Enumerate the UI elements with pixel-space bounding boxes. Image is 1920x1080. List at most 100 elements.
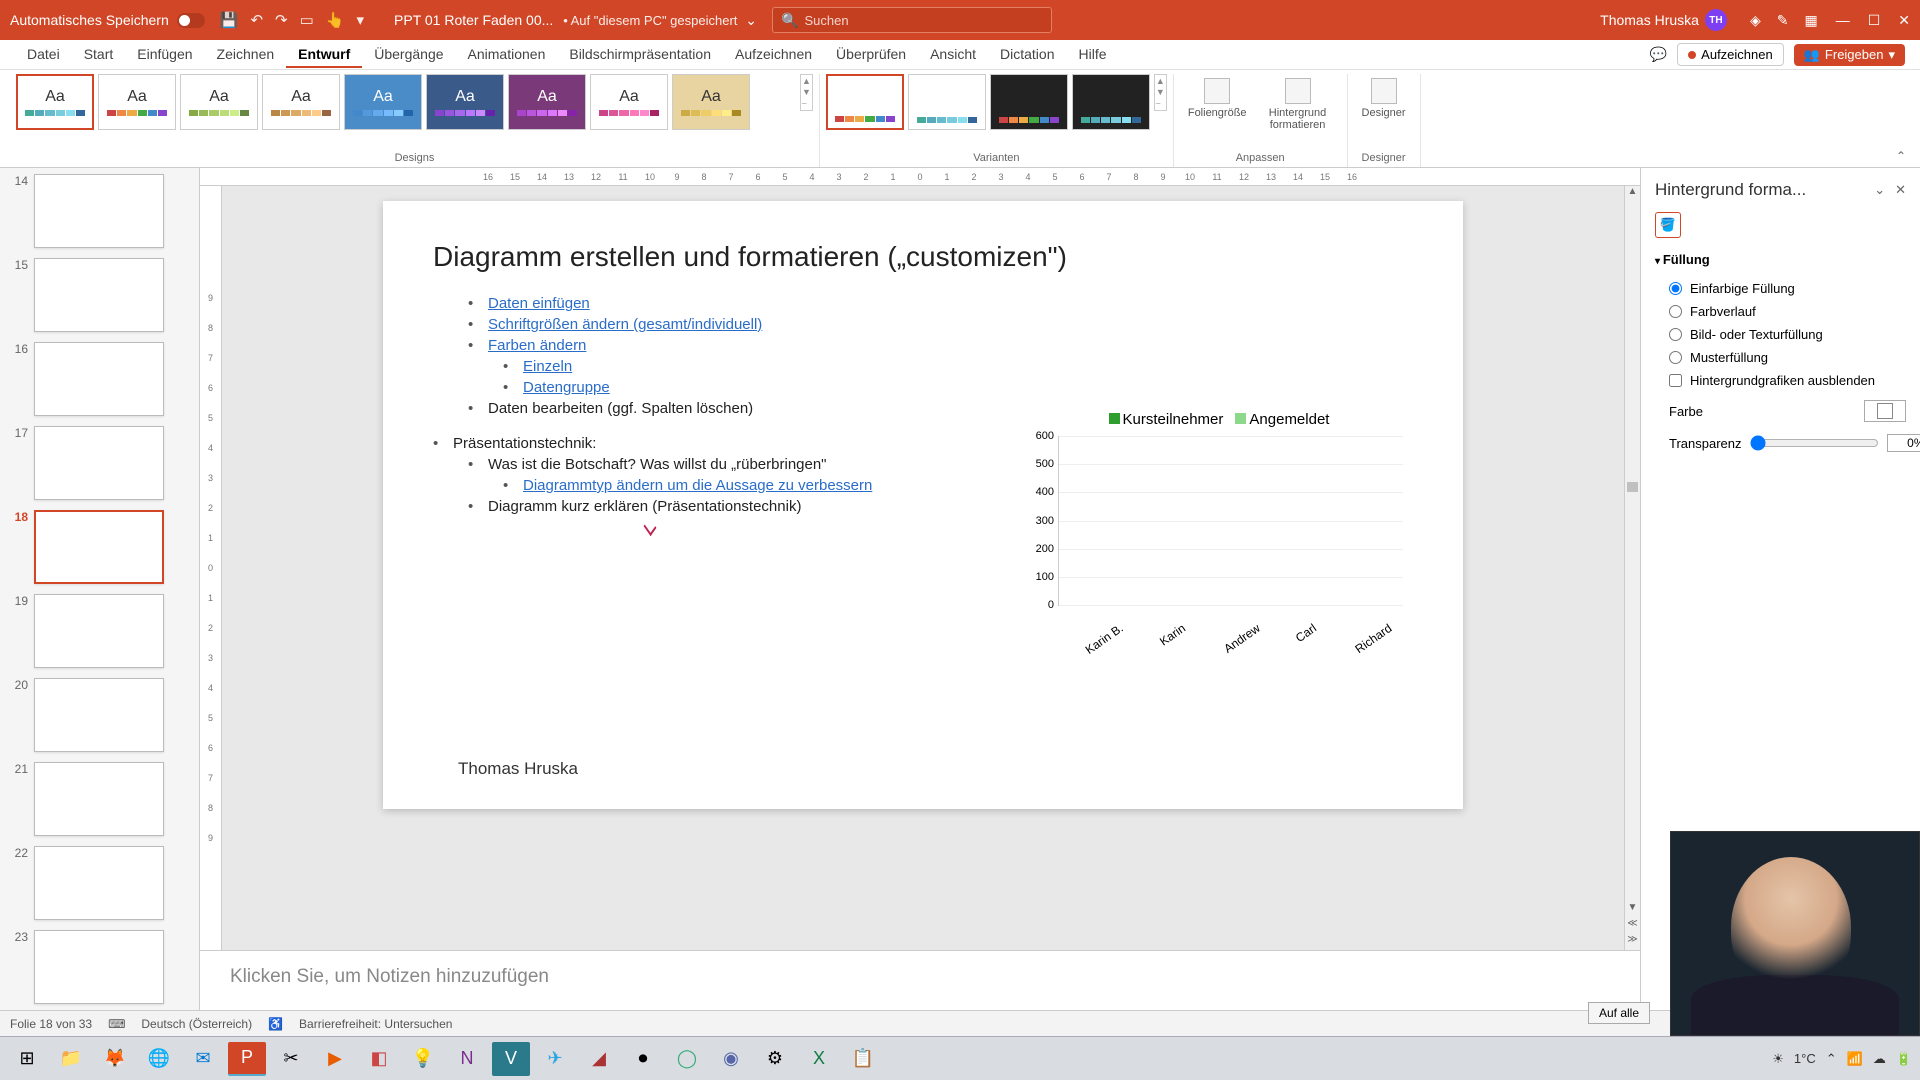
weather-icon[interactable]: ☀ bbox=[1772, 1051, 1784, 1067]
bullet-item[interactable]: Datengruppe bbox=[503, 377, 1413, 398]
snip-icon[interactable]: ✂ bbox=[272, 1042, 310, 1076]
theme-thumb[interactable]: Aa bbox=[16, 74, 94, 130]
radio-input[interactable] bbox=[1669, 328, 1682, 341]
vertical-scrollbar[interactable]: ▲ ▼ ≪ ≫ bbox=[1624, 186, 1640, 950]
variant-thumb[interactable] bbox=[990, 74, 1068, 130]
slide-position[interactable]: Folie 18 von 33 bbox=[10, 1017, 92, 1031]
qat-more-icon[interactable]: ▾ bbox=[356, 11, 364, 29]
app-icon[interactable]: 📋 bbox=[844, 1042, 882, 1076]
avatar[interactable]: TH bbox=[1705, 9, 1727, 31]
fill-tab-icon[interactable]: 🪣 bbox=[1655, 212, 1681, 238]
vlc-icon[interactable]: ▶ bbox=[316, 1042, 354, 1076]
theme-thumb[interactable]: Aa bbox=[344, 74, 422, 130]
bullet-item[interactable]: Farben ändern bbox=[468, 335, 1413, 356]
undo-icon[interactable]: ↶ bbox=[250, 11, 263, 29]
lang-icon[interactable]: ⌨ bbox=[108, 1017, 125, 1031]
transparency-slider[interactable] bbox=[1750, 435, 1879, 451]
radio-input[interactable] bbox=[1669, 282, 1682, 295]
theme-thumb[interactable]: Aa bbox=[590, 74, 668, 130]
excel-icon[interactable]: X bbox=[800, 1042, 838, 1076]
tray-icon[interactable]: ☁ bbox=[1873, 1051, 1886, 1067]
tab-start[interactable]: Start bbox=[72, 42, 126, 68]
transparency-input[interactable] bbox=[1887, 434, 1920, 452]
theme-thumb[interactable]: Aa bbox=[98, 74, 176, 130]
fill-option[interactable]: Bild- oder Texturfüllung bbox=[1655, 323, 1906, 346]
diamond-icon[interactable]: ◈ bbox=[1750, 12, 1761, 29]
bullet-list-1[interactable]: Daten einfügenSchriftgrößen ändern (gesa… bbox=[433, 293, 1413, 419]
chart[interactable]: KursteilnehmerAngemeldet 010020030040050… bbox=[1023, 411, 1403, 635]
minimize-icon[interactable]: — bbox=[1836, 12, 1850, 29]
chevron-down-icon[interactable]: ⌄ bbox=[745, 12, 757, 28]
accessibility-icon[interactable]: ♿ bbox=[268, 1017, 283, 1031]
collapse-ribbon-icon[interactable]: ⌃ bbox=[1892, 145, 1910, 167]
theme-thumb[interactable]: Aa bbox=[180, 74, 258, 130]
slide-title[interactable]: Diagramm erstellen und formatieren („cus… bbox=[433, 241, 1413, 273]
close-icon[interactable]: ✕ bbox=[1895, 182, 1906, 198]
close-icon[interactable]: ✕ bbox=[1898, 12, 1910, 29]
search-input[interactable] bbox=[804, 13, 980, 28]
from-beginning-icon[interactable]: ▭ bbox=[300, 11, 314, 29]
chrome-icon[interactable]: 🌐 bbox=[140, 1042, 178, 1076]
tab-hilfe[interactable]: Hilfe bbox=[1066, 42, 1118, 68]
toggle-switch[interactable] bbox=[177, 13, 205, 28]
start-button[interactable]: ⊞ bbox=[8, 1042, 46, 1076]
accessibility-status[interactable]: Barrierefreiheit: Untersuchen bbox=[299, 1017, 452, 1031]
tab-überprüfen[interactable]: Überprüfen bbox=[824, 42, 918, 68]
pen-icon[interactable]: ✎ bbox=[1777, 12, 1789, 29]
notes-pane[interactable]: Klicken Sie, um Notizen hinzuzufügen bbox=[200, 950, 1640, 1010]
language-status[interactable]: Deutsch (Österreich) bbox=[141, 1017, 252, 1031]
comments-icon[interactable]: 💬 bbox=[1650, 46, 1667, 63]
powerpoint-icon[interactable]: P bbox=[228, 1042, 266, 1076]
radio-input[interactable] bbox=[1669, 305, 1682, 318]
theme-thumb[interactable]: Aa bbox=[426, 74, 504, 130]
tab-übergänge[interactable]: Übergänge bbox=[362, 42, 455, 68]
tab-bildschirmpräsentation[interactable]: Bildschirmpräsentation bbox=[557, 42, 723, 68]
autosave-toggle[interactable]: Automatisches Speichern bbox=[10, 12, 205, 28]
radio-input[interactable] bbox=[1669, 351, 1682, 364]
slide-thumb-22[interactable]: 22 bbox=[10, 846, 189, 920]
temperature[interactable]: 1°C bbox=[1794, 1051, 1816, 1066]
app-icon[interactable]: ▦ bbox=[1804, 12, 1817, 29]
bullet-item[interactable]: Einzeln bbox=[503, 356, 1413, 377]
themes-gallery[interactable]: AaAaAaAaAaAaAaAaAa bbox=[16, 74, 796, 130]
chevron-down-icon[interactable]: ⌄ bbox=[1874, 182, 1885, 198]
app-icon[interactable]: 💡 bbox=[404, 1042, 442, 1076]
scroll-down-icon[interactable]: ▼ bbox=[1625, 902, 1640, 918]
checkbox-input[interactable] bbox=[1669, 374, 1682, 387]
fill-section-header[interactable]: Füllung bbox=[1655, 252, 1906, 267]
slide-size-button[interactable]: Foliengröße bbox=[1180, 74, 1255, 135]
maximize-icon[interactable]: ☐ bbox=[1868, 12, 1881, 29]
slide-thumbnails-panel[interactable]: 1415161718192021222324 bbox=[0, 168, 200, 1010]
slide-thumb-20[interactable]: 20 bbox=[10, 678, 189, 752]
bullet-item[interactable]: Schriftgrößen ändern (gesamt/individuell… bbox=[468, 314, 1413, 335]
fill-option[interactable]: Musterfüllung bbox=[1655, 346, 1906, 369]
color-picker-button[interactable] bbox=[1864, 400, 1906, 422]
firefox-icon[interactable]: 🦊 bbox=[96, 1042, 134, 1076]
theme-thumb[interactable]: Aa bbox=[508, 74, 586, 130]
tray-chevron-icon[interactable]: ⌃ bbox=[1826, 1051, 1837, 1067]
apply-all-button[interactable]: Auf alle bbox=[1588, 1002, 1650, 1024]
format-background-button[interactable]: Hintergrund formatieren bbox=[1255, 74, 1341, 135]
tab-datei[interactable]: Datei bbox=[15, 42, 72, 68]
app-icon[interactable]: V bbox=[492, 1042, 530, 1076]
scroll-up-icon[interactable]: ▲ bbox=[1625, 186, 1640, 202]
app-icon[interactable]: ◧ bbox=[360, 1042, 398, 1076]
system-tray[interactable]: ☀ 1°C ⌃ 📶 ☁ 🔋 bbox=[1772, 1051, 1912, 1067]
slide-thumb-21[interactable]: 21 bbox=[10, 762, 189, 836]
slide-thumb-16[interactable]: 16 bbox=[10, 342, 189, 416]
theme-thumb[interactable]: Aa bbox=[262, 74, 340, 130]
gallery-spinner[interactable]: ▲▼⎯ bbox=[1154, 74, 1167, 111]
slide-thumb-18[interactable]: 18 bbox=[10, 510, 189, 584]
tab-zeichnen[interactable]: Zeichnen bbox=[205, 42, 287, 68]
settings-icon[interactable]: ⚙ bbox=[756, 1042, 794, 1076]
tray-icon[interactable]: 📶 bbox=[1847, 1051, 1863, 1067]
variant-thumb[interactable] bbox=[1072, 74, 1150, 130]
slide-canvas[interactable]: Diagramm erstellen und formatieren („cus… bbox=[383, 201, 1463, 809]
prev-slide-icon[interactable]: ≪ bbox=[1625, 918, 1640, 934]
tab-animationen[interactable]: Animationen bbox=[456, 42, 558, 68]
designer-button[interactable]: Designer bbox=[1354, 74, 1414, 123]
tray-icon[interactable]: 🔋 bbox=[1896, 1051, 1912, 1067]
document-title[interactable]: PPT 01 Roter Faden 00... • Auf "diesem P… bbox=[394, 12, 757, 29]
app-icon[interactable]: ◉ bbox=[712, 1042, 750, 1076]
redo-icon[interactable]: ↷ bbox=[275, 11, 288, 29]
